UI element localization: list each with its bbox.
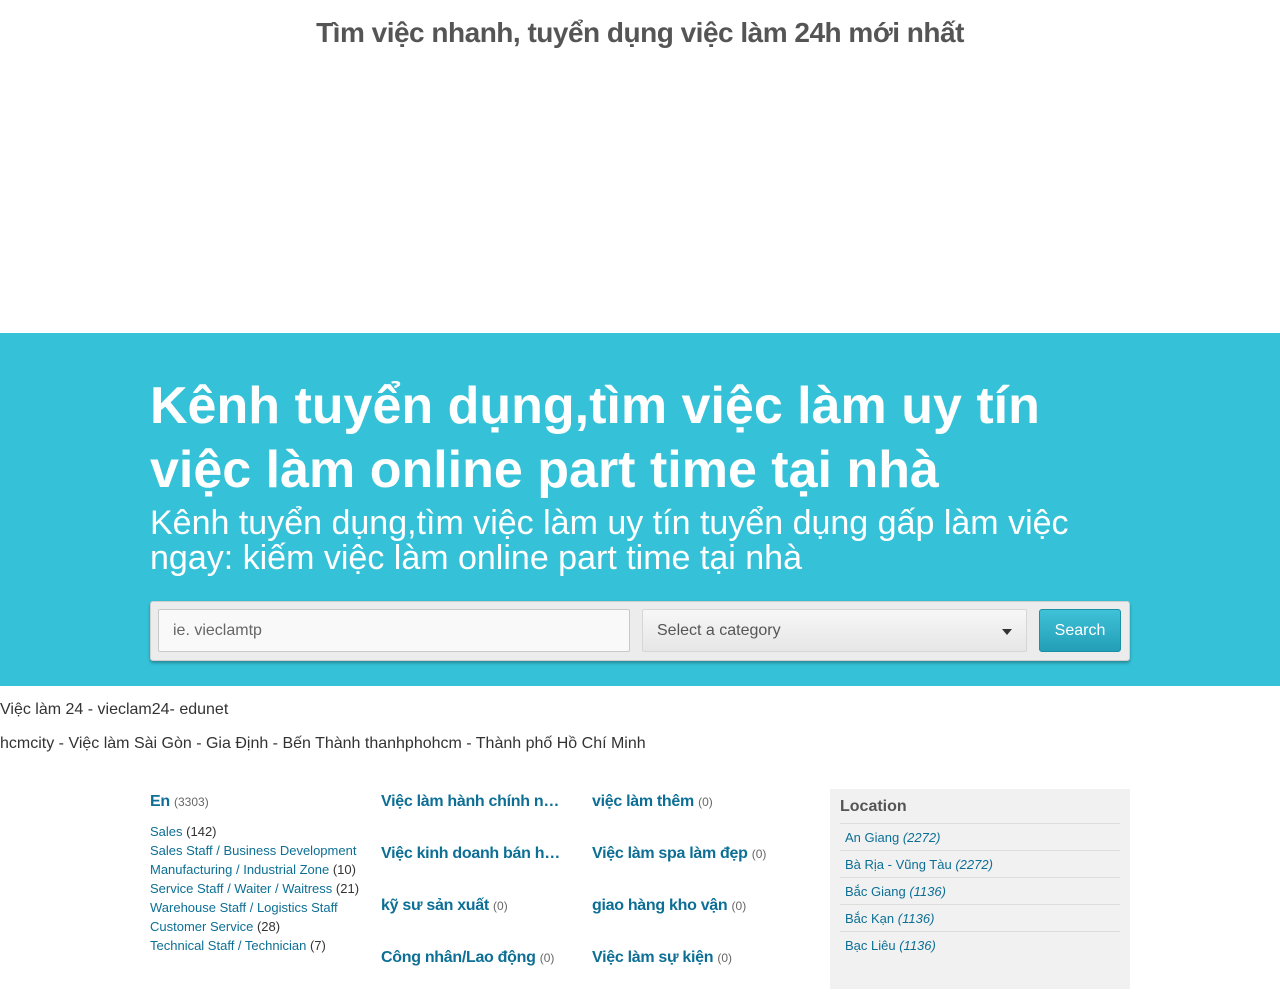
subcategory-item: Sales (142) xyxy=(150,822,360,841)
category-block: kỹ sư sản xuất (0) xyxy=(381,896,567,948)
search-form: Select a category Search xyxy=(150,601,1130,661)
category-link[interactable]: Việc làm hành chính nhân sự xyxy=(381,792,567,812)
category-block: việc làm thêm (0) xyxy=(592,792,802,844)
subcategory-item: Customer Service (28) xyxy=(150,917,360,936)
subcategory-item: Warehouse Staff / Logistics Staff xyxy=(150,898,360,917)
category-link[interactable]: Việc làm spa làm đẹp (0) xyxy=(592,844,802,864)
location-count: (2272) xyxy=(902,830,941,845)
location-name: Bạc Liêu xyxy=(845,938,896,953)
search-input[interactable] xyxy=(158,609,630,652)
breadcrumb: hcmcity - Việc làm Sài Gòn - Gia Định - … xyxy=(0,735,646,752)
category-name: kỹ sư sản xuất xyxy=(381,897,489,914)
category-count: (0) xyxy=(717,951,733,965)
category-column: En (3303) Sales (142) Sales Staff / Busi… xyxy=(150,792,360,953)
subcategory-item: Technical Staff / Technician (7) xyxy=(150,936,360,955)
category-block: Việc làm spa làm đẹp (0) xyxy=(592,844,802,896)
location-link[interactable]: An Giang (2272) xyxy=(845,830,940,845)
location-name: An Giang xyxy=(845,830,900,845)
category-count: (0) xyxy=(731,899,747,913)
chevron-down-icon xyxy=(1002,629,1012,635)
category-name: Việc làm hành chính nhân sự xyxy=(381,793,567,810)
category-name: giao hàng kho vận xyxy=(592,897,728,914)
category-block: Việc làm sự kiện (0) xyxy=(592,948,802,1000)
category-link[interactable]: việc làm thêm (0) xyxy=(592,792,802,812)
page-title: Tìm việc nhanh, tuyển dụng việc làm 24h … xyxy=(316,16,964,48)
category-name: việc làm thêm xyxy=(592,793,694,810)
category-name: Việc làm sự kiện xyxy=(592,949,714,966)
location-item: Bắc Giang (1136) xyxy=(840,877,1120,904)
location-link[interactable]: Bà Rịa - Vũng Tàu (2272) xyxy=(845,857,993,872)
category-block: giao hàng kho vận (0) xyxy=(592,896,802,948)
subcategory-link[interactable]: Sales xyxy=(150,824,183,839)
category-link[interactable]: giao hàng kho vận (0) xyxy=(592,896,802,916)
category-column: Việc làm hành chính nhân sự Việc kinh do… xyxy=(381,792,567,1000)
category-link[interactable]: Việc làm sự kiện (0) xyxy=(592,948,802,968)
location-count: (1136) xyxy=(909,884,946,899)
subcategory-link[interactable]: Sales Staff / Business Development xyxy=(150,843,356,858)
location-count: (2272) xyxy=(955,857,993,872)
category-link[interactable]: kỹ sư sản xuất (0) xyxy=(381,896,567,916)
search-button[interactable]: Search xyxy=(1039,609,1121,652)
category-name: Việc kinh doanh bán hàng xyxy=(381,845,567,862)
subcategory-count: (7) xyxy=(309,938,326,953)
category-name: En xyxy=(150,793,170,810)
category-name: Công nhân/Lao động xyxy=(381,949,536,966)
subcategory-item: Manufacturing / Industrial Zone (10) xyxy=(150,860,360,879)
category-count: (0) xyxy=(751,847,767,861)
category-name: Việc làm spa làm đẹp xyxy=(592,845,748,862)
category-block: Công nhân/Lao động (0) xyxy=(381,948,567,1000)
location-count: (1136) xyxy=(897,911,935,926)
category-block: Việc làm hành chính nhân sự xyxy=(381,792,567,844)
subcategory-count: (21) xyxy=(335,881,360,896)
subcategory-item: Sales Staff / Business Development xyxy=(150,841,360,860)
category-link[interactable]: Công nhân/Lao động (0) xyxy=(381,948,567,968)
subcategory-link[interactable]: Customer Service xyxy=(150,919,253,934)
location-link[interactable]: Bạc Liêu (1136) xyxy=(845,938,936,953)
category-count: (3303) xyxy=(174,795,209,809)
subcategory-count: (10) xyxy=(332,862,356,877)
hero-title: Kênh tuyển dụng,tìm việc làm uy tín việc… xyxy=(150,377,1040,499)
subcategory-link[interactable]: Warehouse Staff / Logistics Staff xyxy=(150,900,338,915)
subcategory-list: Sales (142) Sales Staff / Business Devel… xyxy=(150,822,360,955)
category-select-value: Select a category xyxy=(657,622,781,639)
category-link[interactable]: Việc kinh doanh bán hàng xyxy=(381,844,567,864)
location-link[interactable]: Bắc Giang (1136) xyxy=(845,884,946,899)
location-name: Bắc Kạn xyxy=(845,911,895,926)
location-title: Location xyxy=(840,798,907,815)
category-count: (0) xyxy=(698,795,713,809)
category-block: Việc kinh doanh bán hàng xyxy=(381,844,567,896)
location-item: An Giang (2272) xyxy=(840,823,1120,850)
category-column: việc làm thêm (0) Việc làm spa làm đẹp (… xyxy=(592,792,802,1000)
location-name: Bà Rịa - Vũng Tàu xyxy=(845,857,952,872)
subcategory-item: Service Staff / Waiter / Waitress (21) xyxy=(150,879,360,898)
category-count: (0) xyxy=(493,899,508,913)
category-count: (0) xyxy=(539,951,555,965)
location-item: Bà Rịa - Vũng Tàu (2272) xyxy=(840,850,1120,877)
location-link[interactable]: Bắc Kạn (1136) xyxy=(845,911,934,926)
location-item: Bắc Kạn (1136) xyxy=(840,904,1120,931)
hero-subtitle: Kênh tuyển dụng,tìm việc làm uy tín tuyể… xyxy=(150,504,1069,577)
subcategory-link[interactable]: Service Staff / Waiter / Waitress xyxy=(150,881,332,896)
location-sidebar: Location An Giang (2272) Bà Rịa - Vũng T… xyxy=(830,789,1130,989)
location-list: An Giang (2272) Bà Rịa - Vũng Tàu (2272)… xyxy=(840,823,1120,958)
category-link[interactable]: En (3303) xyxy=(150,792,360,812)
location-item: Bạc Liêu (1136) xyxy=(840,931,1120,958)
category-select[interactable]: Select a category xyxy=(642,609,1027,652)
subcategory-count: (28) xyxy=(256,919,281,934)
location-count: (1136) xyxy=(899,938,936,953)
location-name: Bắc Giang xyxy=(845,884,906,899)
site-name: Việc làm 24 - vieclam24- edunet xyxy=(0,701,229,718)
subcategory-link[interactable]: Technical Staff / Technician xyxy=(150,938,306,953)
subcategory-link[interactable]: Manufacturing / Industrial Zone xyxy=(150,862,329,877)
subcategory-count: (142) xyxy=(186,824,217,839)
